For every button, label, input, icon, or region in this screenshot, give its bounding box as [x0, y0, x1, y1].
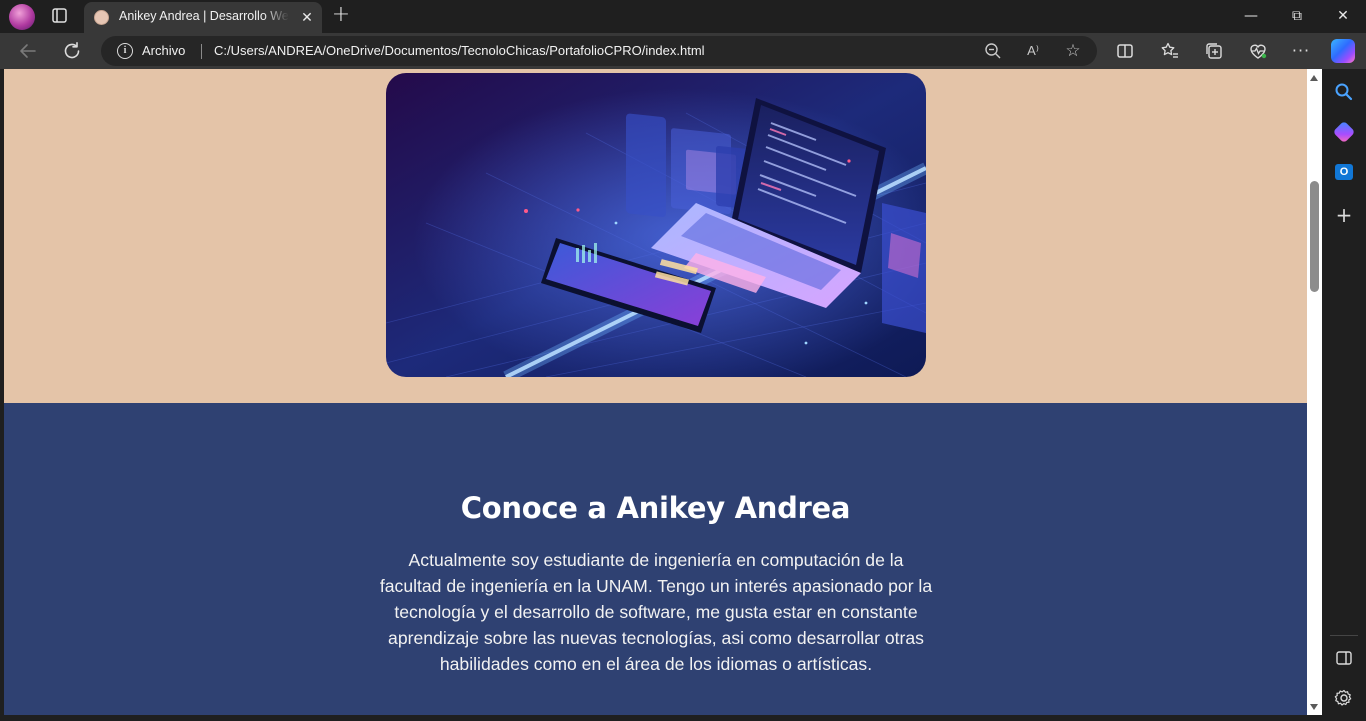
tab-actions-icon[interactable]: [50, 7, 70, 25]
close-window-button[interactable]: ✕: [1320, 0, 1366, 33]
restore-button[interactable]: ⧉: [1274, 0, 1320, 33]
page-scrollbar[interactable]: [1307, 69, 1322, 715]
about-section: Conoce a Anikey Andrea Actualmente soy e…: [4, 403, 1307, 715]
sidebar-divider: [1330, 635, 1358, 636]
scroll-thumb[interactable]: [1310, 181, 1319, 292]
address-bar[interactable]: i Archivo C:/Users/ANDREA/OneDrive/Docum…: [101, 36, 1097, 66]
new-tab-button[interactable]: +: [331, 4, 351, 27]
page-viewport: Conoce a Anikey Andrea Actualmente soy e…: [4, 69, 1307, 715]
more-icon[interactable]: ···: [1289, 39, 1313, 63]
about-title: Conoce a Anikey Andrea: [460, 491, 851, 525]
hide-sidebar-icon[interactable]: [1333, 647, 1355, 669]
scheme-label[interactable]: Archivo: [142, 43, 185, 58]
add-icon[interactable]: +: [1333, 204, 1355, 226]
edge-sidebar: O +: [1322, 69, 1366, 721]
favorites-icon[interactable]: [1158, 39, 1182, 63]
tab-title: Anikey Andrea | Desarrollo Web Portafoli…: [119, 9, 289, 23]
hero-image: [386, 73, 926, 377]
favicon-icon: [94, 10, 109, 25]
microsoft-365-icon[interactable]: [1332, 120, 1356, 144]
copilot-icon[interactable]: [1331, 39, 1355, 63]
collections-icon[interactable]: [1202, 39, 1226, 63]
about-description: Actualmente soy estudiante de ingeniería…: [379, 550, 933, 674]
outlook-icon[interactable]: O: [1333, 161, 1355, 183]
browser-toolbar: i Archivo C:/Users/ANDREA/OneDrive/Docum…: [0, 33, 1366, 69]
tab-active[interactable]: Anikey Andrea | Desarrollo Web Portafoli…: [84, 2, 322, 33]
profile-avatar[interactable]: [9, 4, 35, 30]
star-icon[interactable]: ☆: [1063, 41, 1083, 61]
zoom-out-icon[interactable]: [983, 41, 1003, 61]
close-tab-icon[interactable]: ✕: [299, 10, 315, 26]
read-aloud-icon[interactable]: A⁾: [1023, 41, 1043, 61]
url-text[interactable]: C:/Users/ANDREA/OneDrive/Documentos/Tecn…: [214, 43, 705, 58]
performance-icon[interactable]: [1246, 39, 1270, 63]
split-screen-icon[interactable]: [1113, 39, 1137, 63]
address-separator: [201, 44, 202, 59]
hero-section: [4, 69, 1307, 403]
search-icon[interactable]: [1333, 81, 1355, 103]
settings-gear-icon[interactable]: [1333, 687, 1355, 709]
info-icon[interactable]: i: [117, 43, 133, 59]
back-arrow-icon[interactable]: [16, 39, 40, 63]
minimize-button[interactable]: —: [1228, 0, 1274, 33]
scroll-up-arrow-icon[interactable]: [1310, 75, 1318, 81]
reload-icon[interactable]: [60, 39, 84, 63]
title-bar: Anikey Andrea | Desarrollo Web Portafoli…: [0, 0, 1366, 33]
scroll-down-arrow-icon[interactable]: [1310, 704, 1318, 710]
